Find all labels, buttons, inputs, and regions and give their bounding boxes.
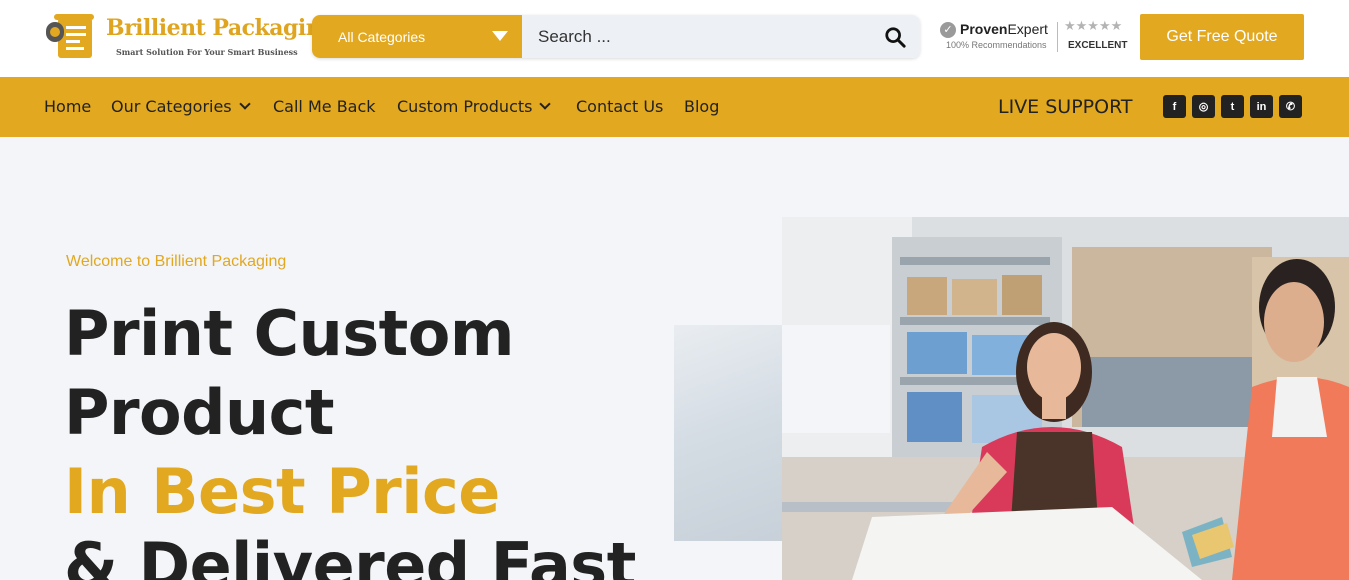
whatsapp-icon[interactable]: ✆ (1279, 95, 1302, 118)
rating-stars-icon: ★★★★★ (1064, 19, 1123, 34)
linkedin-icon[interactable]: in (1250, 95, 1273, 118)
recommendations-text: 100% Recommendations (946, 40, 1047, 50)
search-icon[interactable] (884, 26, 906, 48)
category-select-label: All Categories (338, 28, 426, 45)
nav-item-label: Contact Us (576, 97, 664, 116)
nav-item-custom-products[interactable]: Custom Products (397, 97, 552, 116)
get-free-quote-button[interactable]: Get Free Quote (1140, 14, 1304, 60)
nav-item-label: Custom Products (397, 97, 533, 116)
nav-item-call-me-back[interactable]: Call Me Back (273, 97, 376, 116)
chevron-down-icon (539, 98, 552, 110)
search-input[interactable] (522, 15, 920, 58)
divider (1057, 22, 1058, 52)
caret-down-icon (492, 31, 508, 41)
hero-heading-line-1: Print Custom (64, 297, 515, 370)
category-select[interactable]: All Categories (312, 15, 522, 58)
brand-tagline: Smart Solution For Your Smart Business (116, 47, 298, 57)
search-bar: All Categories (312, 15, 920, 58)
rating-label: EXCELLENT (1068, 40, 1128, 51)
check-icon: ✓ (940, 22, 956, 38)
nav-item-our-categories[interactable]: Our Categories (111, 97, 251, 116)
nav-item-blog[interactable]: Blog (684, 97, 719, 116)
live-support-label: LIVE SUPPORT (998, 96, 1133, 118)
nav-item-home[interactable]: Home (44, 97, 91, 116)
nav-item-label: Blog (684, 97, 720, 116)
nav-item-label: Call Me Back (273, 97, 376, 116)
main-nav: Home Our Categories Call Me Back Custom … (0, 77, 1349, 137)
hero-photo-backdrop (674, 325, 794, 541)
top-header: Brillient Packaging Smart Solution For Y… (0, 0, 1349, 77)
nav-item-label: Home (44, 97, 92, 116)
chevron-down-icon (238, 98, 251, 110)
proven-expert-badge[interactable]: ✓ ProvenExpert 100% Recommendations ★★★★… (940, 19, 1130, 56)
logo-scroll-icon (46, 14, 94, 58)
hero-heading-line-2: Product (64, 376, 335, 449)
hero-heading-accent: In Best Price (64, 455, 500, 528)
nav-item-label: Our Categories (111, 97, 232, 116)
twitter-icon[interactable]: t (1221, 95, 1244, 118)
brand-name: Brillient Packaging (106, 15, 337, 41)
brand-logo[interactable]: Brillient Packaging Smart Solution For Y… (44, 12, 337, 64)
instagram-icon[interactable]: ◎ (1192, 95, 1215, 118)
hero-heading-line-4: & Delivered Fast (64, 529, 636, 580)
proven-expert-title: ProvenExpert (960, 21, 1048, 37)
nav-item-contact-us[interactable]: Contact Us (576, 97, 663, 116)
hero-eyebrow: Welcome to Brillient Packaging (66, 253, 287, 270)
decorative-square (782, 325, 890, 433)
facebook-icon[interactable]: f (1163, 95, 1186, 118)
